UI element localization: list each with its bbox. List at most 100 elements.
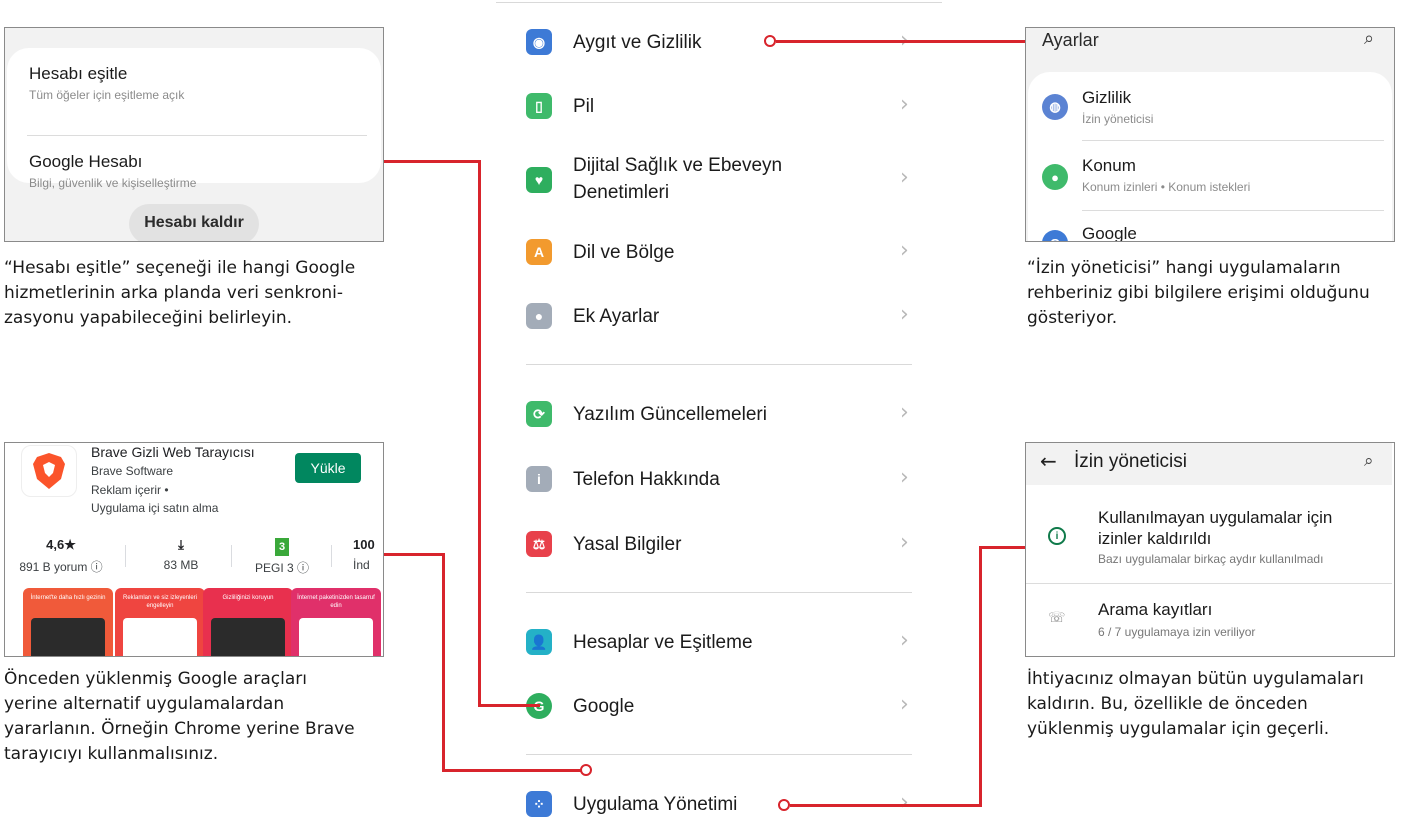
- connector-line: [478, 704, 540, 707]
- connector-dot: [580, 764, 592, 776]
- divider: [231, 545, 232, 567]
- caption-line: zasyonu yapabileceğini belirleyin.: [4, 308, 293, 328]
- account-card: Hesabı eşitle Tüm öğeler için eşitleme a…: [7, 48, 381, 190]
- app-screenshot[interactable]: Gizliliğinizi koruyun: [203, 588, 293, 656]
- google-item-title[interactable]: Google: [1082, 224, 1137, 241]
- connector-line: [979, 546, 982, 807]
- install-button[interactable]: Yükle: [295, 453, 361, 483]
- google-account-subtitle: Bilgi, güvenlik ve kişiselleştirme: [29, 176, 197, 190]
- google-icon: G: [1042, 230, 1068, 241]
- settings-item-label: Uygulama Yönetimi: [573, 794, 738, 815]
- settings-item-accounts-sync[interactable]: 👤 Hesaplar ve Eşitleme ›: [496, 628, 942, 658]
- settings-item-language-region[interactable]: A Dil ve Bölge ›: [496, 238, 942, 268]
- chevron-right-icon: ›: [900, 790, 909, 815]
- sync-account-option[interactable]: Hesabı eşitle: [29, 64, 127, 84]
- remove-account-button[interactable]: Hesabı kaldır: [129, 204, 259, 241]
- settings-item-label: Google: [573, 696, 635, 717]
- screenshot-caption: Gizliliğinizi koruyun: [222, 595, 274, 601]
- connector-line: [790, 804, 982, 807]
- settings-item-label: Ek Ayarlar: [573, 306, 660, 327]
- app-name: Brave Gizli Web Tarayıcısı: [91, 444, 255, 460]
- app-screenshot[interactable]: Reklamları ve siz izleyenleri engelleyin: [115, 588, 205, 656]
- connector-line: [442, 769, 582, 772]
- downloads-label: İnd: [353, 558, 370, 572]
- screenshot-caption: İnternet paketinizden tasarruf edin: [297, 595, 375, 609]
- divider: [331, 545, 332, 567]
- connector-line: [478, 160, 481, 706]
- app-ads-note: Reklam içerir •: [91, 483, 169, 497]
- settings-item-legal[interactable]: ⚖ Yasal Bilgiler ›: [496, 530, 942, 560]
- sync-account-subtitle: Tüm öğeler için eşitleme açık: [29, 88, 185, 102]
- divider: [526, 364, 912, 365]
- rating-label: 891 B yorum ⓘ: [19, 560, 103, 574]
- unused-apps-title[interactable]: Kullanılmayan uygulamalar için izinler k…: [1098, 507, 1368, 549]
- divider: [1082, 140, 1384, 141]
- battery-icon: ▯: [526, 93, 552, 119]
- app-screenshot[interactable]: İnternet'te daha hızlı gezinin: [23, 588, 113, 656]
- downloads-value: 100: [353, 537, 375, 552]
- privacy-shield-icon: ◍: [1042, 94, 1068, 120]
- connector-line: [384, 160, 480, 163]
- software-update-icon: ⟳: [526, 401, 552, 427]
- privacy-item-title[interactable]: Gizlilik: [1082, 88, 1131, 108]
- accounts-icon: 👤: [526, 629, 552, 655]
- settings-item-about-phone[interactable]: i Telefon Hakkında ›: [496, 465, 942, 495]
- call-logs-title[interactable]: Arama kayıtları: [1098, 600, 1212, 620]
- chevron-right-icon: ›: [900, 628, 909, 653]
- settings-item-additional[interactable]: ● Ek Ayarlar ›: [496, 302, 942, 332]
- phone-mockup: [299, 618, 373, 656]
- chevron-right-icon: ›: [900, 465, 909, 490]
- chevron-right-icon: ›: [900, 692, 909, 717]
- privacy-icon: ◉: [526, 29, 552, 55]
- divider: [1026, 583, 1392, 584]
- settings-item-label: Aygıt ve Gizlilik: [573, 32, 702, 53]
- search-icon[interactable]: ⌕: [1364, 451, 1374, 471]
- app-developer[interactable]: Brave Software: [91, 464, 173, 478]
- google-account-option[interactable]: Google Hesabı: [29, 152, 142, 172]
- settings-item-software-update[interactable]: ⟳ Yazılım Güncellemeleri ›: [496, 400, 942, 430]
- caption-line: “İzin yöneticisi” hangi uygulamaların: [1027, 258, 1341, 278]
- rating-value: 4,6★: [46, 537, 76, 552]
- connector-line: [979, 546, 1025, 549]
- settings-item-device-privacy[interactable]: ◉ Aygıt ve Gizlilik ›: [496, 28, 942, 58]
- location-item-title[interactable]: Konum: [1082, 156, 1136, 176]
- caption-line: tarayıcıyı kullanmalısınız.: [4, 744, 219, 764]
- language-icon: A: [526, 239, 552, 265]
- settings-item-digital-wellbeing[interactable]: ♥ Dijital Sağlık ve Ebeveyn Denetimleri …: [496, 153, 942, 207]
- pegi-badge-icon: 3: [275, 538, 289, 556]
- unused-apps-subtitle: Bazı uygulamalar birkaç aydır kullanılma…: [1098, 552, 1324, 566]
- caption-line: yararlanın. Örneğin Chrome yerine Brave: [4, 719, 355, 739]
- call-logs-subtitle: 6 / 7 uygulamaya izin veriliyor: [1098, 625, 1256, 639]
- chevron-right-icon: ›: [900, 530, 909, 555]
- divider: [125, 545, 126, 567]
- caption-line: Önceden yüklenmiş Google araçları: [4, 669, 307, 689]
- app-screenshot[interactable]: İnternet paketinizden tasarruf edin: [291, 588, 381, 656]
- settings-item-battery[interactable]: ▯ Pil ›: [496, 92, 942, 122]
- phone-mockup: [211, 618, 285, 656]
- screenshot-caption: Reklamları ve siz izleyenleri engelleyin: [122, 595, 198, 609]
- connector-line: [384, 553, 444, 556]
- settings-item-label: Dijital Sağlık ve Ebeveyn: [573, 155, 783, 176]
- divider: [27, 135, 367, 136]
- screenshot-caption: İnternet'te daha hızlı gezinin: [30, 595, 106, 601]
- app-management-icon: ⁘: [526, 791, 552, 817]
- pegi-stat: 3 PEGI 3 ⓘ: [239, 537, 325, 576]
- search-icon[interactable]: ⌕: [1364, 28, 1374, 49]
- settings-card: ◍ Gizlilik İzin yöneticisi ● Konum Konum…: [1028, 72, 1392, 241]
- location-icon: ●: [1042, 164, 1068, 190]
- settings-item-google[interactable]: G Google ›: [496, 692, 942, 722]
- chevron-right-icon: ›: [900, 400, 909, 425]
- privacy-item-sub: İzin yöneticisi: [1082, 112, 1154, 126]
- settings-item-label: Pil: [573, 96, 595, 117]
- settings-header-title: Ayarlar: [1042, 30, 1099, 50]
- back-arrow-icon[interactable]: ←: [1040, 449, 1057, 473]
- divider: [496, 2, 942, 3]
- caption-line: rehberiniz gibi bilgilere erişimi olduğu…: [1027, 283, 1370, 303]
- downloads-stat: 100 İnd: [353, 537, 383, 572]
- divider: [1082, 210, 1384, 211]
- caption-line: kaldırın. Bu, özellikle de önceden: [1027, 694, 1308, 714]
- phone-mockup: [31, 618, 105, 656]
- divider: [526, 754, 912, 755]
- settings-list: ◉ Aygıt ve Gizlilik › ▯ Pil › ♥ Dijital …: [496, 0, 942, 827]
- permission-manager-screenshot: ← İzin yöneticisi ⌕ i Kullanılmayan uygu…: [1025, 442, 1395, 657]
